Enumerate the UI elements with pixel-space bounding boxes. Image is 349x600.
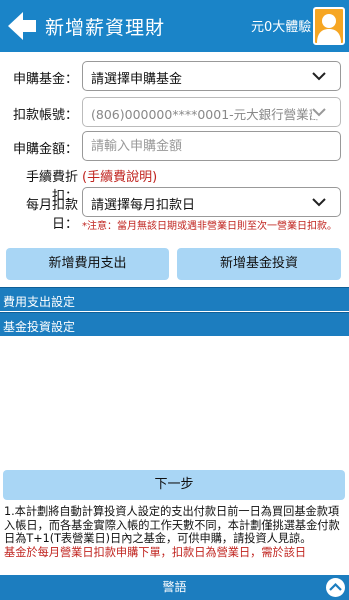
back-arrow-icon (8, 12, 36, 40)
fee-explanation-link[interactable]: (手續費說明) (82, 166, 157, 185)
warning-bar[interactable]: 警語 (0, 575, 349, 600)
deduction-notice: *注意：當月無該日期或遇非營業日則至次一營業日扣款。 (82, 221, 337, 232)
day-label: 每月扣款日： (25, 198, 78, 232)
fund-select[interactable]: 請選擇申購基金 (82, 61, 341, 91)
account-label: 扣款帳號： (12, 108, 78, 123)
amount-label: 申購金額： (12, 142, 78, 157)
back-button[interactable] (6, 9, 38, 43)
chevron-down-icon (312, 105, 326, 119)
description-text: 1.本計劃將自動計算投資人設定的支出付款日前一日為買回基金款項入帳日，而各基金實… (4, 505, 346, 575)
add-fund-button[interactable]: 新增基金投資 (177, 248, 341, 280)
chevron-down-icon (312, 198, 326, 207)
account-select-value: (806)000000****0001-元大銀行營業部 (91, 107, 322, 122)
avatar[interactable] (313, 7, 345, 45)
description-body: 1.本計劃將自動計算投資人設定的支出付款日前一日為買回基金款項入帳日，而各基金實… (4, 505, 340, 545)
add-expense-button[interactable]: 新增費用支出 (6, 248, 169, 280)
next-button[interactable]: 下一步 (3, 470, 345, 500)
expense-settings-bar[interactable]: 費用支出設定 (0, 287, 349, 311)
fund-select-value: 請選擇申購基金 (91, 72, 183, 87)
amount-input[interactable] (82, 131, 341, 161)
day-select[interactable]: 請選擇每月扣款日 (82, 187, 341, 217)
expand-button[interactable] (326, 578, 345, 597)
day-select-value: 請選擇每月扣款日 (91, 198, 196, 213)
user-icon (317, 14, 341, 43)
fund-settings-bar[interactable]: 基金投資設定 (0, 312, 349, 336)
fund-label: 申購基金： (12, 72, 78, 87)
chevron-up-icon (329, 582, 342, 591)
chevron-down-icon (312, 72, 326, 81)
account-select[interactable]: (806)000000****0001-元大銀行營業部 (82, 97, 341, 127)
warning-label: 警語 (162, 580, 187, 594)
user-name: 元0大體驗 (251, 20, 312, 35)
description-cut-line: 基金於每月營業日扣款申購下單，扣款日為營業日，需於該日 (4, 545, 307, 559)
app-header: 新增薪資理財 元0大體驗 (0, 0, 349, 52)
page-title: 新增薪資理財 (45, 17, 166, 39)
